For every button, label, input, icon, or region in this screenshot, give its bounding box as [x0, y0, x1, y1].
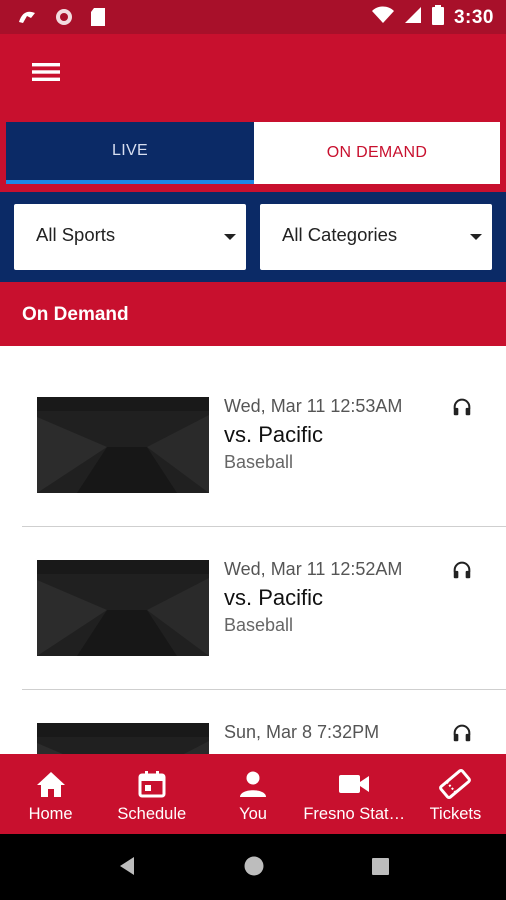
dropdown-arrow-icon: [470, 234, 482, 240]
calendar-icon: [136, 768, 168, 800]
video-camera-icon: [338, 768, 370, 800]
sports-dropdown-value: All Sports: [36, 224, 116, 245]
bottom-nav: Home Schedule You Fresno Stat… Tickets: [0, 754, 506, 834]
sync-icon: [54, 7, 74, 32]
categories-dropdown-value: All Categories: [282, 224, 398, 245]
tab-on-demand[interactable]: ON DEMAND: [254, 122, 500, 184]
home-circle-icon[interactable]: [242, 854, 266, 883]
headphones-icon[interactable]: [451, 396, 473, 418]
home-icon: [35, 768, 67, 800]
ticket-icon: [439, 768, 472, 800]
wifi-icon: [371, 6, 394, 29]
nav-label: Tickets: [429, 805, 482, 823]
status-bar: 3:30: [0, 0, 506, 34]
item-title: vs. Pacific: [224, 585, 324, 610]
battery-icon: [431, 5, 444, 30]
sd-card-icon: [90, 7, 106, 32]
nav-you[interactable]: You: [202, 754, 303, 834]
video-thumbnail: [37, 723, 209, 754]
recents-square-icon[interactable]: [370, 854, 392, 883]
tab-bar: LIVE ON DEMAND: [0, 114, 506, 192]
item-date: Sun, Mar 8 7:32PM: [224, 722, 380, 742]
video-thumbnail: [37, 560, 209, 656]
nav-home[interactable]: Home: [0, 754, 101, 834]
item-date: Wed, Mar 11 12:53AM: [224, 396, 403, 416]
list-item[interactable]: Sun, Mar 8 7:32PM: [0, 672, 506, 754]
nav-label: Schedule: [117, 805, 187, 823]
menu-button[interactable]: [24, 56, 68, 92]
hamburger-menu-icon: [31, 61, 61, 88]
nav-label: Fresno Stat…: [303, 805, 405, 823]
person-icon: [237, 768, 269, 800]
status-time: 3:30: [453, 6, 494, 28]
nav-label: You: [239, 805, 267, 823]
on-demand-list[interactable]: Wed, Mar 11 12:53AM vs. Pacific Baseball…: [0, 346, 506, 754]
list-item[interactable]: Wed, Mar 11 12:53AM vs. Pacific Baseball: [0, 346, 506, 510]
headphones-icon[interactable]: [451, 559, 473, 581]
video-thumbnail: [37, 397, 209, 493]
cell-signal-icon: [404, 6, 422, 29]
back-icon[interactable]: [116, 854, 138, 883]
sports-dropdown[interactable]: All Sports: [14, 204, 246, 270]
nav-tickets[interactable]: Tickets: [405, 754, 506, 834]
nav-fresno-state[interactable]: Fresno Stat…: [304, 754, 405, 834]
item-date: Wed, Mar 11 12:52AM: [224, 559, 403, 579]
nav-label: Home: [28, 805, 73, 823]
headphones-icon[interactable]: [451, 722, 473, 744]
nav-schedule[interactable]: Schedule: [101, 754, 202, 834]
item-sport: Baseball: [224, 452, 294, 472]
item-sport: Baseball: [224, 615, 294, 635]
tab-live[interactable]: LIVE: [6, 122, 254, 184]
item-title: vs. Pacific: [224, 422, 324, 447]
section-header: On Demand: [0, 282, 506, 346]
section-title: On Demand: [22, 304, 129, 325]
categories-dropdown[interactable]: All Categories: [260, 204, 492, 270]
dropdown-arrow-icon: [224, 234, 236, 240]
list-item[interactable]: Wed, Mar 11 12:52AM vs. Pacific Baseball: [0, 509, 506, 673]
app-bar: [0, 34, 506, 114]
system-nav-bar: [0, 834, 506, 900]
link-icon: [16, 8, 38, 31]
filter-bar: All Sports All Categories: [0, 192, 506, 282]
